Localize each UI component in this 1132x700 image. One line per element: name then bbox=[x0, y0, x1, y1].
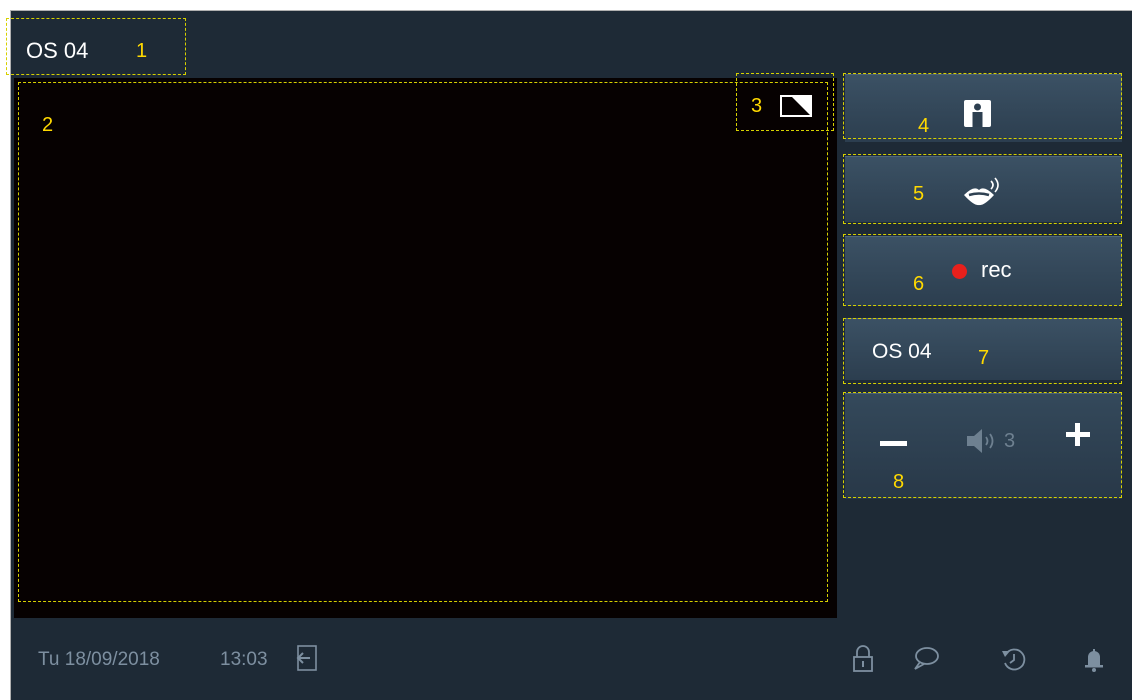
page-title: OS 04 bbox=[26, 38, 89, 63]
person-icon bbox=[964, 100, 991, 127]
volume-up-button[interactable] bbox=[1066, 421, 1094, 449]
callout-5: 5 bbox=[913, 183, 925, 205]
picture-in-picture-button[interactable] bbox=[780, 95, 812, 117]
callout-4: 4 bbox=[918, 115, 930, 137]
message-icon[interactable] bbox=[912, 645, 940, 671]
callout-1: 1 bbox=[136, 40, 148, 62]
status-time: 13:03 bbox=[220, 649, 268, 670]
volume-level: 3 bbox=[1004, 430, 1016, 452]
bell-icon[interactable] bbox=[1082, 645, 1106, 673]
callout-3: 3 bbox=[751, 95, 763, 117]
record-dot-icon bbox=[952, 264, 967, 279]
speaker-icon bbox=[967, 429, 994, 453]
callout-2: 2 bbox=[42, 114, 54, 136]
return-icon[interactable] bbox=[294, 644, 320, 672]
callout-6: 6 bbox=[913, 273, 925, 295]
history-icon[interactable] bbox=[1000, 645, 1028, 673]
video-callout-box bbox=[18, 82, 828, 602]
callout-8: 8 bbox=[893, 471, 905, 493]
volume-down-button[interactable] bbox=[880, 430, 908, 458]
callout-7: 7 bbox=[978, 347, 990, 369]
talk-lips-icon bbox=[964, 177, 999, 206]
status-date: Tu 18/09/2018 bbox=[38, 649, 160, 670]
station-label: OS 04 bbox=[872, 340, 932, 363]
picture-in-picture-icon bbox=[792, 97, 810, 115]
lock-icon[interactable] bbox=[852, 645, 874, 673]
record-label: rec bbox=[981, 257, 1012, 282]
